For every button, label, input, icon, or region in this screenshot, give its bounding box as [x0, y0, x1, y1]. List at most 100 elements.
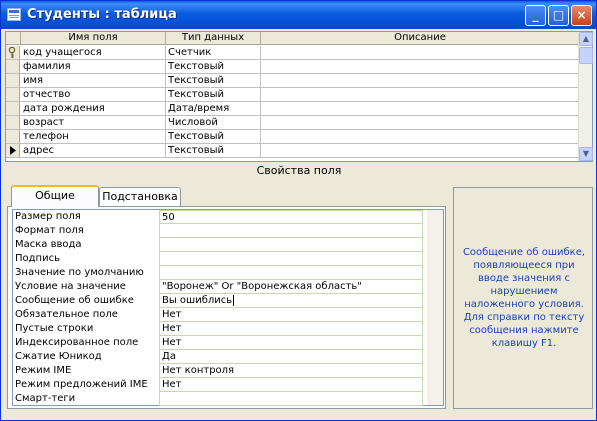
data-type-cell[interactable]: Текстовый — [166, 74, 261, 87]
property-value-field[interactable]: Нет — [159, 308, 423, 322]
data-type-cell[interactable]: Числовой — [166, 116, 261, 129]
property-value: Нет — [162, 379, 182, 390]
grid-rows: код учащегося Счетчик фамилия Текстовый имя Т… — [6, 46, 580, 158]
table-row[interactable]: код учащегося Счетчик — [6, 46, 580, 60]
property-value: "Воронеж" Or "Воронежская область" — [162, 281, 362, 292]
row-selector[interactable] — [6, 116, 20, 129]
grid-header: Имя поля Тип данных Описание — [6, 32, 580, 45]
scroll-up-icon[interactable]: ▲ — [579, 32, 593, 46]
help-box: Сообщение об ошибке, появляющееся при вв… — [453, 187, 593, 409]
field-name-cell[interactable]: дата рождения — [21, 102, 166, 115]
row-selector[interactable] — [6, 102, 20, 115]
minimize-button[interactable]: _ — [525, 5, 546, 26]
description-cell[interactable] — [261, 60, 580, 73]
table-row[interactable]: имя Текстовый — [6, 74, 580, 88]
property-value: Нет — [162, 337, 182, 348]
row-selector[interactable] — [6, 60, 20, 73]
maximize-button[interactable]: □ — [548, 5, 569, 26]
data-type-cell[interactable]: Текстовый — [166, 144, 261, 157]
description-cell[interactable] — [261, 88, 580, 101]
property-row: Режим IME Нет контроля — [13, 364, 443, 378]
properties-panel: Размер поля 50 Формат поля Маска ввода Подпи… — [7, 206, 446, 409]
column-header-name[interactable]: Имя поля — [21, 32, 166, 45]
table-row[interactable]: фамилия Текстовый — [6, 60, 580, 74]
property-value-field[interactable]: Нет — [159, 378, 423, 392]
data-type-cell[interactable]: Текстовый — [166, 88, 261, 101]
field-name-cell[interactable]: отчество — [21, 88, 166, 101]
title-bar[interactable]: Студенты : таблица _ □ × — [1, 1, 596, 29]
row-selector[interactable] — [6, 144, 20, 157]
property-label: Формат поля — [15, 225, 84, 236]
property-value-field[interactable]: Нет контроля — [159, 364, 423, 378]
property-value-field[interactable] — [159, 238, 423, 252]
field-name-cell[interactable]: код учащегося — [21, 46, 166, 59]
data-type-cell[interactable]: Дата/время — [166, 102, 261, 115]
table-design-window: Студенты : таблица _ □ × Имя поля Тип да… — [0, 0, 597, 421]
row-selector[interactable] — [6, 88, 20, 101]
data-type-cell[interactable]: Текстовый — [166, 130, 261, 143]
property-value-field[interactable]: 50 — [159, 210, 423, 224]
property-value: Да — [162, 351, 176, 362]
data-type-cell[interactable]: Текстовый — [166, 60, 261, 73]
property-row: Подпись — [13, 252, 443, 266]
property-row: Индексированное поле Нет — [13, 336, 443, 350]
property-row: Значение по умолчанию — [13, 266, 443, 280]
property-label: Значение по умолчанию — [15, 267, 144, 278]
field-name-cell[interactable]: адрес — [21, 144, 166, 157]
row-selector[interactable] — [6, 74, 20, 87]
tab-general[interactable]: Общие — [11, 185, 99, 207]
field-name-cell[interactable]: телефон — [21, 130, 166, 143]
property-label: Подпись — [15, 253, 60, 264]
column-header-description[interactable]: Описание — [261, 32, 580, 45]
property-row: Режим предложений IME Нет — [13, 378, 443, 392]
window-title: Студенты : таблица — [27, 7, 177, 22]
property-label: Индексированное поле — [15, 337, 139, 348]
field-name-cell[interactable]: имя — [21, 74, 166, 87]
properties-grid: Размер поля 50 Формат поля Маска ввода Подпи… — [12, 209, 444, 406]
description-cell[interactable] — [261, 46, 580, 59]
field-name-cell[interactable]: возраст — [21, 116, 166, 129]
field-name-cell[interactable]: фамилия — [21, 60, 166, 73]
column-header-type[interactable]: Тип данных — [166, 32, 261, 45]
description-cell[interactable] — [261, 144, 580, 157]
table-row[interactable]: адрес Текстовый — [6, 144, 580, 158]
maximize-icon: □ — [552, 8, 565, 22]
property-value: Вы ошиблись — [162, 295, 233, 306]
selector-header — [6, 32, 21, 45]
property-value-field[interactable]: Вы ошиблись — [159, 294, 423, 308]
close-icon: × — [576, 8, 587, 22]
property-label: Режим IME — [15, 365, 72, 376]
property-value-field[interactable]: Нет — [159, 336, 423, 350]
table-row[interactable]: телефон Текстовый — [6, 130, 580, 144]
property-value-field[interactable] — [159, 392, 423, 406]
description-cell[interactable] — [261, 130, 580, 143]
table-row[interactable]: дата рождения Дата/время — [6, 102, 580, 116]
description-cell[interactable] — [261, 116, 580, 129]
close-button[interactable]: × — [571, 5, 592, 26]
property-value-field[interactable]: "Воронеж" Or "Воронежская область" — [159, 280, 423, 294]
table-row[interactable]: возраст Числовой — [6, 116, 580, 130]
property-value-field[interactable]: Нет — [159, 322, 423, 336]
data-type-cell[interactable]: Счетчик — [166, 46, 261, 59]
property-value-field[interactable]: Да — [159, 350, 423, 364]
property-label: Размер поля — [15, 211, 81, 222]
minimize-icon: _ — [532, 8, 539, 22]
property-value-field[interactable] — [159, 266, 423, 280]
table-row[interactable]: отчество Текстовый — [6, 88, 580, 102]
description-cell[interactable] — [261, 102, 580, 115]
row-selector[interactable] — [6, 46, 20, 59]
property-row: Обязательное поле Нет — [13, 308, 443, 322]
description-cell[interactable] — [261, 74, 580, 87]
grid-scrollbar[interactable]: ▲ ▼ — [578, 32, 593, 161]
property-value: Нет контроля — [162, 365, 235, 376]
scroll-thumb[interactable] — [579, 47, 593, 64]
scroll-down-icon[interactable]: ▼ — [579, 147, 593, 161]
row-selector[interactable] — [6, 130, 20, 143]
properties-scrollbar[interactable] — [427, 210, 443, 405]
property-label: Сжатие Юникод — [15, 351, 102, 362]
property-value-field[interactable] — [159, 224, 423, 238]
tab-lookup[interactable]: Подстановка — [99, 187, 181, 207]
property-value: Нет — [162, 309, 182, 320]
property-label: Режим предложений IME — [15, 379, 148, 390]
property-value-field[interactable] — [159, 252, 423, 266]
